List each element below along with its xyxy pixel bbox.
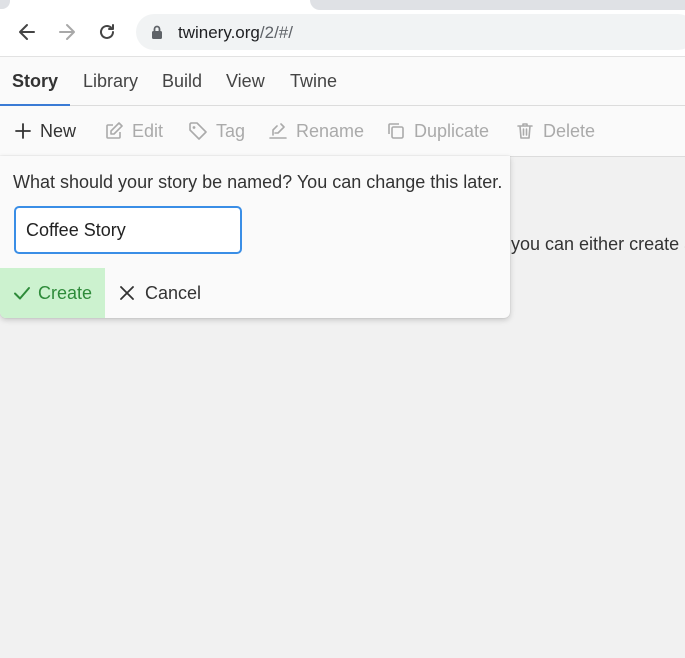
url-path: /2/#/ xyxy=(259,23,293,42)
tab-view[interactable]: View xyxy=(214,57,277,105)
story-name-input[interactable] xyxy=(14,206,242,254)
new-story-dialog: What should your story be named? You can… xyxy=(0,156,510,318)
story-toolbar: New Edit Tag Rename Duplicate Delete xyxy=(0,106,685,157)
new-button[interactable]: New xyxy=(14,106,76,156)
duplicate-button[interactable]: Duplicate xyxy=(386,106,489,156)
cancel-button[interactable]: Cancel xyxy=(118,268,201,318)
tab-story[interactable]: Story xyxy=(0,57,71,106)
tag-icon xyxy=(189,122,207,140)
trash-icon xyxy=(517,123,533,139)
back-button[interactable] xyxy=(13,18,41,46)
new-label: New xyxy=(40,120,77,141)
forward-arrow-icon xyxy=(59,24,75,40)
url-host: twinery.org xyxy=(178,23,260,42)
duplicate-label: Duplicate xyxy=(414,120,490,141)
reload-button[interactable] xyxy=(93,18,121,46)
rename-button[interactable]: Rename xyxy=(268,106,364,156)
edit-label: Edit xyxy=(132,120,164,141)
url-text: twinery.org/2/#/ xyxy=(178,23,293,43)
delete-label: Delete xyxy=(543,120,596,141)
browser-tab-strip xyxy=(310,0,685,10)
rename-icon xyxy=(269,123,287,139)
tag-label: Tag xyxy=(216,120,246,141)
forward-button[interactable] xyxy=(53,18,81,46)
delete-button[interactable]: Delete xyxy=(515,106,595,156)
top-menu: Story Library Build View Twine xyxy=(0,57,685,106)
address-bar[interactable]: twinery.org/2/#/ xyxy=(136,14,685,50)
create-button[interactable]: Create xyxy=(0,268,105,318)
rename-label: Rename xyxy=(296,120,365,141)
edit-icon xyxy=(106,122,123,139)
copy-icon xyxy=(388,123,404,139)
back-arrow-icon xyxy=(19,24,35,40)
plus-icon xyxy=(15,123,31,139)
tab-twine[interactable]: Twine xyxy=(278,57,349,105)
checkmark-icon xyxy=(13,287,30,300)
edit-button[interactable]: Edit xyxy=(104,106,163,156)
browser-tab[interactable] xyxy=(0,0,10,9)
tab-build[interactable]: Build xyxy=(150,57,214,105)
reload-icon xyxy=(100,24,114,39)
browser-toolbar: twinery.org/2/#/ xyxy=(0,0,685,57)
cancel-label: Cancel xyxy=(145,282,202,303)
dialog-prompt: What should your story be named? You can… xyxy=(13,172,503,192)
close-icon xyxy=(120,286,134,300)
tag-button[interactable]: Tag xyxy=(188,106,245,156)
lock-icon[interactable] xyxy=(150,24,164,40)
create-label: Create xyxy=(37,282,93,303)
tab-library[interactable]: Library xyxy=(71,57,150,105)
library-empty-message: you can either create a xyxy=(511,234,685,254)
